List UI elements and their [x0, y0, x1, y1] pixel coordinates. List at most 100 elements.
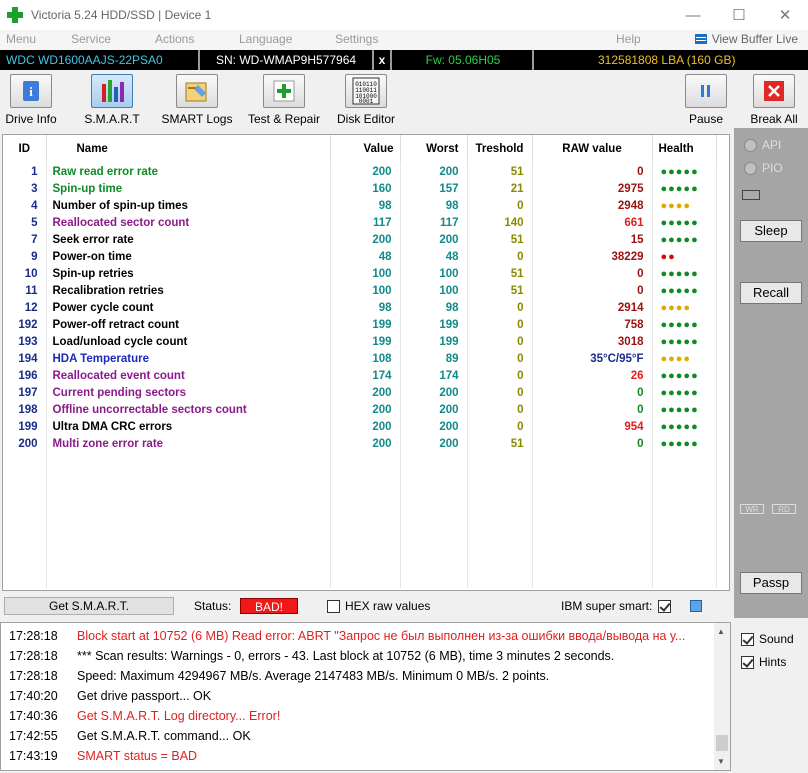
hints-checkbox[interactable]: Hints	[741, 655, 786, 669]
view-buffer-live[interactable]: View Buffer Live	[694, 32, 798, 46]
empty-cell	[652, 486, 717, 503]
cell-value: 199	[330, 333, 401, 350]
empty-cell	[46, 554, 331, 571]
smart-button[interactable]: S.M.A.R.T	[84, 74, 140, 126]
svg-text:i: i	[29, 84, 33, 99]
minimize-button[interactable]: —	[670, 0, 716, 30]
col-worst[interactable]: Worst	[400, 135, 468, 163]
table-row[interactable]: 7 Seek error rate 200 200 51 15 ●●●●●	[3, 231, 729, 248]
smart-table[interactable]: ID Name Value Worst Treshold RAW value H…	[2, 134, 730, 591]
empty-cell	[330, 452, 401, 469]
empty-row	[3, 486, 729, 503]
table-row[interactable]: 4 Number of spin-up times 98 98 0 2948 ●●●●	[3, 197, 729, 214]
cell-id: 11	[3, 282, 47, 299]
table-row[interactable]: 199 Ultra DMA CRC errors 200 200 0 954 ●●●●●	[3, 418, 729, 435]
table-row[interactable]: 9 Power-on time 48 48 0 38229 ●●	[3, 248, 729, 265]
scroll-down-icon[interactable]: ▼	[717, 757, 725, 766]
table-row[interactable]: 11 Recalibration retries 100 100 51 0 ●●●●●	[3, 282, 729, 299]
break-all-button[interactable]: Break All	[750, 74, 798, 126]
menu-settings[interactable]: Settings	[335, 32, 378, 46]
table-row[interactable]: 192 Power-off retract count 199 199 0 758 ●●●●…	[3, 316, 729, 333]
log-line: 17:40:20 Get drive passport... OK	[9, 686, 211, 706]
menu-help[interactable]: Help	[616, 32, 641, 46]
maximize-button[interactable]: ☐	[716, 0, 762, 30]
table-row[interactable]: 10 Spin-up retries 100 100 51 0 ●●●●●	[3, 265, 729, 282]
cell-id: 198	[3, 401, 47, 418]
cell-threshold: 0	[467, 333, 533, 350]
device-close-mark[interactable]: x	[374, 50, 392, 70]
table-row[interactable]: 1 Raw read error rate 200 200 51 0 ●●●●●	[3, 163, 729, 180]
cell-raw: 35°C/95°F	[532, 350, 653, 367]
cell-worst: 100	[400, 282, 468, 299]
log-time: 17:28:18	[9, 649, 58, 663]
table-row[interactable]: 5 Reallocated sector count 117 117 140 661 ●●●…	[3, 214, 729, 231]
menu-language[interactable]: Language	[239, 32, 292, 46]
table-row[interactable]: 197 Current pending sectors 200 200 0 0 ●●●●●	[3, 384, 729, 401]
cell-health: ●●●●●	[652, 214, 717, 231]
log-scrollbar[interactable]: ▲ ▼	[714, 623, 730, 770]
log-line: 17:28:18 Block start at 10752 (6 MB) Read…	[9, 626, 685, 646]
table-row[interactable]: 200 Multi zone error rate 200 200 51 0 ●●●●●	[3, 435, 729, 452]
table-row[interactable]: 193 Load/unload cycle count 199 199 0 3018 ●●●…	[3, 333, 729, 350]
test-repair-button[interactable]: Test & Repair	[244, 74, 324, 126]
menu-service[interactable]: Service	[71, 32, 111, 46]
table-row[interactable]: 3 Spin-up time 160 157 21 2975 ●●●●●	[3, 180, 729, 197]
drive-info-button[interactable]: i Drive Info	[3, 74, 59, 126]
cell-health: ●●●●●	[652, 367, 717, 384]
cell-spacer	[716, 418, 729, 435]
col-health[interactable]: Health	[652, 135, 717, 163]
cell-spacer	[716, 435, 729, 452]
table-row[interactable]: 194 HDA Temperature 108 89 0 35°C/95°F ●●●●	[3, 350, 729, 367]
empty-cell	[532, 469, 653, 486]
cell-worst: 157	[400, 180, 468, 197]
menu-menu[interactable]: Menu	[6, 32, 36, 46]
empty-row	[3, 469, 729, 486]
log-panel[interactable]: 17:28:18 Block start at 10752 (6 MB) Read…	[0, 622, 731, 771]
table-row[interactable]: 196 Reallocated event count 174 174 0 26 ●●●●●	[3, 367, 729, 384]
cell-name: Spin-up retries	[46, 265, 331, 282]
col-threshold[interactable]: Treshold	[467, 135, 533, 163]
device-lba: 312581808 LBA (160 GB)	[536, 50, 808, 70]
close-button[interactable]: ✕	[762, 0, 808, 30]
color-swatch[interactable]	[690, 600, 702, 612]
log-time: 17:40:36	[9, 709, 58, 723]
cell-name: Reallocated event count	[46, 367, 331, 384]
cell-health: ●●●●●	[652, 384, 717, 401]
smart-logs-button[interactable]: SMART Logs	[160, 74, 234, 126]
disk-editor-button[interactable]: 010110 110011 101000 0001 Disk Editor	[334, 74, 398, 126]
device-model[interactable]: WDC WD1600AAJS-22PSA0	[0, 50, 200, 70]
pause-button[interactable]: Pause	[684, 74, 728, 126]
cell-id: 10	[3, 265, 47, 282]
table-row[interactable]: 12 Power cycle count 98 98 0 2914 ●●●●	[3, 299, 729, 316]
get-smart-button[interactable]: Get S.M.A.R.T.	[4, 597, 174, 615]
menu-actions[interactable]: Actions	[155, 32, 194, 46]
cell-spacer	[716, 299, 729, 316]
logs-icon	[176, 74, 218, 108]
log-line: 17:28:18 Speed: Maximum 4294967 MB/s. Ave…	[9, 666, 549, 686]
scroll-up-icon[interactable]: ▲	[717, 627, 725, 636]
ibm-super-smart-checkbox[interactable]	[658, 599, 671, 614]
empty-row	[3, 503, 729, 520]
hex-raw-checkbox[interactable]	[327, 599, 340, 614]
cell-threshold: 51	[467, 435, 533, 452]
recall-button[interactable]: Recall	[740, 282, 802, 304]
empty-cell	[3, 469, 47, 486]
log-time: 17:43:19	[9, 749, 58, 763]
pio-radio[interactable]: PIO	[744, 161, 783, 175]
empty-cell	[330, 469, 401, 486]
info-icon: i	[10, 74, 52, 108]
col-value[interactable]: Value	[330, 135, 401, 163]
empty-cell	[716, 537, 729, 554]
cell-value: 200	[330, 231, 401, 248]
col-id[interactable]: ID	[3, 135, 47, 163]
empty-cell	[3, 520, 47, 537]
table-row[interactable]: 198 Offline uncorrectable sectors count 20…	[3, 401, 729, 418]
api-radio[interactable]: API	[744, 138, 781, 152]
col-raw[interactable]: RAW value	[532, 135, 653, 163]
sleep-button[interactable]: Sleep	[740, 220, 802, 242]
col-name[interactable]: Name	[46, 135, 331, 163]
scroll-thumb[interactable]	[716, 735, 728, 751]
passp-button[interactable]: Passp	[740, 572, 802, 594]
cell-worst: 200	[400, 231, 468, 248]
sound-checkbox[interactable]: Sound	[741, 632, 794, 646]
